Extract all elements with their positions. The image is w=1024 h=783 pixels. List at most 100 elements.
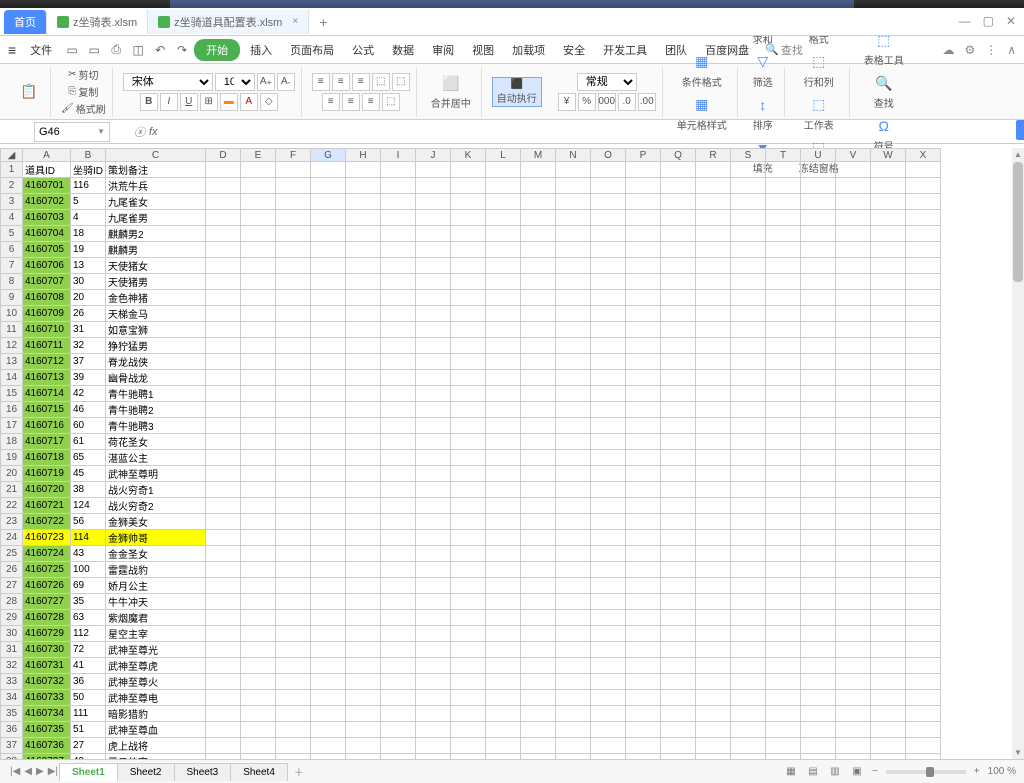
cell-J27[interactable] [416,578,451,594]
cell-N24[interactable] [556,530,591,546]
cell-C5[interactable]: 麒麟男2 [106,226,206,242]
cell-H29[interactable] [346,610,381,626]
cell-H16[interactable] [346,402,381,418]
cell-X8[interactable] [906,274,941,290]
sheet-nav-next-icon[interactable]: ▶ [36,766,44,777]
cell-I28[interactable] [381,594,416,610]
cell-J17[interactable] [416,418,451,434]
minimize-icon[interactable]: — [959,14,971,28]
row-header-14[interactable]: 14 [1,370,23,386]
cell-E35[interactable] [241,706,276,722]
sheet-nav-prev-icon[interactable]: ◀ [24,766,32,777]
col-header-V[interactable]: V [836,149,871,162]
cell-O34[interactable] [591,690,626,706]
cell-L2[interactable] [486,178,521,194]
cell-J21[interactable] [416,482,451,498]
cell-H27[interactable] [346,578,381,594]
cell-H18[interactable] [346,434,381,450]
col-header-W[interactable]: W [871,149,906,162]
cell-J35[interactable] [416,706,451,722]
cell-S23[interactable] [731,514,766,530]
cell-V27[interactable] [836,578,871,594]
cell-O36[interactable] [591,722,626,738]
cell-D8[interactable] [206,274,241,290]
cell-W3[interactable] [871,194,906,210]
cell-L31[interactable] [486,642,521,658]
cell-E17[interactable] [241,418,276,434]
cell-U14[interactable] [801,370,836,386]
cell-D20[interactable] [206,466,241,482]
cell-Q24[interactable] [661,530,696,546]
cell-S35[interactable] [731,706,766,722]
gear-icon[interactable]: ⚙ [964,43,975,57]
chevron-down-icon[interactable]: ▼ [97,127,105,136]
cell-R27[interactable] [696,578,731,594]
row-header-27[interactable]: 27 [1,578,23,594]
rowcol-button[interactable]: ⬚行和列 [800,50,838,91]
currency-icon[interactable]: ¥ [558,93,576,111]
paste-button[interactable]: 📋 [14,80,44,104]
cell-P29[interactable] [626,610,661,626]
cell-W15[interactable] [871,386,906,402]
cell-F24[interactable] [276,530,311,546]
sheet-tab-Sheet2[interactable]: Sheet2 [117,763,175,781]
cell-F17[interactable] [276,418,311,434]
cell-C14[interactable]: 幽骨战龙 [106,370,206,386]
cell-C15[interactable]: 青牛驰聘1 [106,386,206,402]
cell-U36[interactable] [801,722,836,738]
cell-M6[interactable] [521,242,556,258]
cell-H24[interactable] [346,530,381,546]
cell-Q23[interactable] [661,514,696,530]
col-header-D[interactable]: D [206,149,241,162]
cell-X4[interactable] [906,210,941,226]
cell-M13[interactable] [521,354,556,370]
cell-T10[interactable] [766,306,801,322]
cell-I8[interactable] [381,274,416,290]
cell-F37[interactable] [276,738,311,754]
cell-N20[interactable] [556,466,591,482]
cell-O28[interactable] [591,594,626,610]
cell-R2[interactable] [696,178,731,194]
cell-N11[interactable] [556,322,591,338]
cell-K14[interactable] [451,370,486,386]
cell-Q14[interactable] [661,370,696,386]
cell-H19[interactable] [346,450,381,466]
cell[interactable] [591,162,626,178]
cell-L24[interactable] [486,530,521,546]
cell-U21[interactable] [801,482,836,498]
cell-T19[interactable] [766,450,801,466]
col-header-R[interactable]: R [696,149,731,162]
cell-W16[interactable] [871,402,906,418]
cell-N34[interactable] [556,690,591,706]
cell-U8[interactable] [801,274,836,290]
sheet-tab-Sheet3[interactable]: Sheet3 [174,763,232,781]
cell-W21[interactable] [871,482,906,498]
cell-G28[interactable] [311,594,346,610]
cell-J20[interactable] [416,466,451,482]
cell-V5[interactable] [836,226,871,242]
cell-L14[interactable] [486,370,521,386]
cell-X20[interactable] [906,466,941,482]
cell-U16[interactable] [801,402,836,418]
cell-R29[interactable] [696,610,731,626]
cell-D28[interactable] [206,594,241,610]
col-header-F[interactable]: F [276,149,311,162]
cell-D24[interactable] [206,530,241,546]
italic-icon[interactable]: I [160,93,178,111]
cell-O14[interactable] [591,370,626,386]
cell-T25[interactable] [766,546,801,562]
cell-I24[interactable] [381,530,416,546]
cell-L30[interactable] [486,626,521,642]
cell-S4[interactable] [731,210,766,226]
cell-E32[interactable] [241,658,276,674]
cell-N25[interactable] [556,546,591,562]
cell-J13[interactable] [416,354,451,370]
cell-U5[interactable] [801,226,836,242]
cell-X30[interactable] [906,626,941,642]
cell-K15[interactable] [451,386,486,402]
cell-V23[interactable] [836,514,871,530]
cell-R9[interactable] [696,290,731,306]
cell-U17[interactable] [801,418,836,434]
cell-A7[interactable]: 4160706 [23,258,71,274]
cell-P6[interactable] [626,242,661,258]
